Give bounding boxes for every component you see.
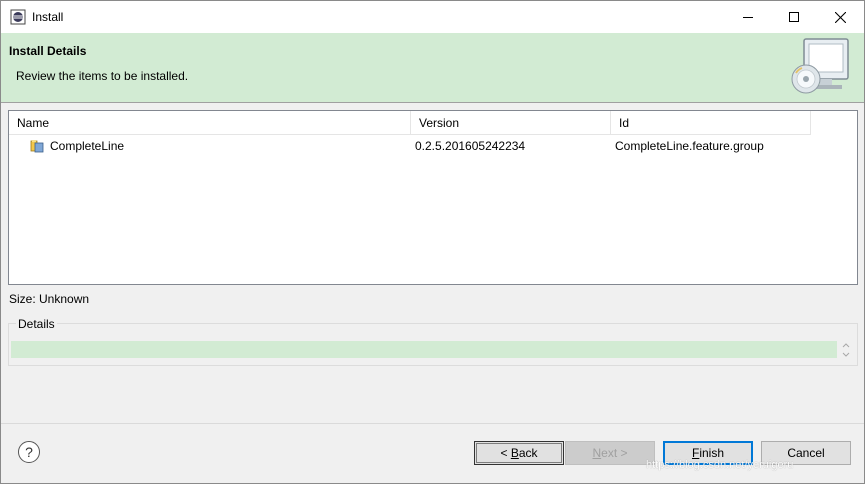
- feature-icon: [30, 140, 44, 153]
- install-items-table[interactable]: Name Version Id CompleteLine 0.2.5.20160…: [8, 110, 858, 285]
- button-bar-separator: [1, 423, 864, 424]
- help-icon: ?: [25, 444, 33, 460]
- install-dialog: Install Install Details Review the items…: [0, 0, 865, 484]
- minimize-icon: [743, 17, 753, 18]
- next-button-mnemonic: N: [592, 446, 602, 460]
- details-text-area[interactable]: [11, 341, 837, 358]
- column-header-id[interactable]: Id: [611, 111, 811, 135]
- next-button-label: ext >: [601, 446, 628, 460]
- maximize-button[interactable]: [771, 1, 817, 33]
- column-header-name[interactable]: Name: [9, 111, 411, 135]
- finish-button-mnemonic: F: [691, 446, 700, 460]
- help-button[interactable]: ?: [18, 441, 40, 463]
- back-button-label: ack: [518, 446, 538, 460]
- scroll-up-icon: [842, 343, 850, 348]
- install-monitor-cd-icon: [791, 38, 849, 94]
- cancel-button-label: Cancel: [787, 446, 825, 460]
- row-version: 0.2.5.201605242234: [415, 139, 526, 153]
- title-bar[interactable]: Install: [1, 1, 864, 33]
- eclipse-app-icon: [10, 9, 26, 25]
- maximize-icon: [789, 12, 799, 22]
- window-title: Install: [32, 10, 64, 24]
- banner-separator: [1, 102, 864, 103]
- column-header-version[interactable]: Version: [411, 111, 611, 135]
- size-label: Size: Unknown: [9, 292, 90, 306]
- details-scroll-arrows[interactable]: [839, 341, 853, 359]
- banner-title: Install Details: [9, 44, 87, 58]
- next-button[interactable]: Next >: [565, 441, 655, 465]
- back-button-prefix: <: [500, 446, 511, 460]
- minimize-button[interactable]: [725, 1, 771, 33]
- close-icon: [834, 11, 846, 23]
- close-button[interactable]: [817, 1, 863, 33]
- row-id: CompleteLine.feature.group: [615, 139, 764, 153]
- row-name: CompleteLine: [50, 139, 125, 153]
- banner-description: Review the items to be installed.: [16, 69, 189, 83]
- back-button-mnemonic: B: [510, 446, 519, 460]
- back-button[interactable]: < Back: [474, 441, 564, 465]
- watermark: https://blog.csdn.net/yeruigeru: [646, 459, 794, 471]
- details-legend: Details: [16, 317, 57, 331]
- header-banner: Install Details Review the items to be i…: [1, 33, 864, 102]
- scroll-down-icon: [842, 352, 850, 357]
- finish-button-label: inish: [699, 446, 725, 460]
